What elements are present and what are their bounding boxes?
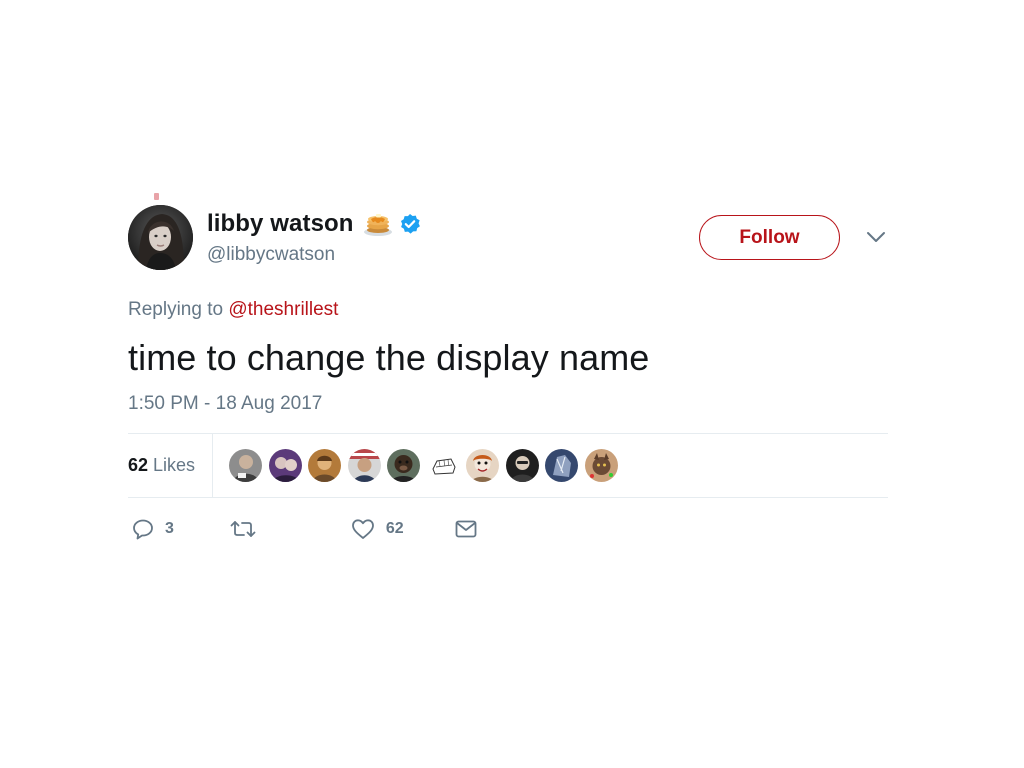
heart-icon xyxy=(351,518,375,540)
liker-avatar[interactable] xyxy=(545,449,578,482)
replying-to: Replying to @theshrillest xyxy=(128,299,888,321)
follow-button[interactable]: Follow xyxy=(699,215,840,260)
likes-count[interactable]: 62 Likes xyxy=(128,434,213,497)
liker-avatar[interactable] xyxy=(466,449,499,482)
reply-target-link[interactable]: @theshrillest xyxy=(228,299,338,320)
liker-avatar[interactable] xyxy=(268,449,302,482)
user-info: libby watson @libbycwatson xyxy=(207,209,421,266)
avatar[interactable] xyxy=(128,205,193,270)
chevron-down-icon[interactable] xyxy=(866,230,886,244)
likes-label: Likes xyxy=(153,455,196,475)
reply-action[interactable]: 3 xyxy=(132,518,174,540)
timestamp[interactable]: 1:50 PM - 18 Aug 2017 xyxy=(128,393,888,415)
likes-bar: 62 Likes xyxy=(128,433,888,498)
like-action[interactable]: 62 xyxy=(351,518,404,540)
liker-avatar[interactable] xyxy=(308,449,341,482)
liker-avatar[interactable] xyxy=(387,449,420,482)
liker-avatar[interactable] xyxy=(505,449,539,482)
likes-number: 62 xyxy=(128,455,149,475)
reply-count: 3 xyxy=(165,520,174,537)
tweet-card: libby watson @libbycwatson Follow Replyi… xyxy=(128,190,888,542)
name-line: libby watson xyxy=(207,209,421,239)
liker-avatars xyxy=(229,449,624,482)
retweet-icon xyxy=(230,518,256,540)
liker-avatar[interactable] xyxy=(347,449,381,482)
envelope-icon xyxy=(454,518,478,540)
reply-icon xyxy=(132,518,154,540)
tweet-header: libby watson @libbycwatson Follow xyxy=(128,190,888,272)
replying-prefix: Replying to xyxy=(128,299,224,320)
user-handle[interactable]: @libbycwatson xyxy=(207,244,421,266)
display-name[interactable]: libby watson xyxy=(207,210,354,238)
direct-message-action[interactable] xyxy=(454,518,478,540)
liker-avatar[interactable] xyxy=(229,449,262,482)
tweet-actions: 3 62 xyxy=(128,516,888,542)
verified-badge-icon xyxy=(399,213,421,235)
liker-avatar[interactable] xyxy=(584,449,618,482)
avatar-image xyxy=(128,205,193,270)
liker-avatar[interactable] xyxy=(426,449,460,482)
like-count: 62 xyxy=(385,520,404,537)
pancakes-icon xyxy=(363,211,393,237)
retweet-action[interactable] xyxy=(230,518,267,540)
tweet-text: time to change the display name xyxy=(128,337,650,378)
